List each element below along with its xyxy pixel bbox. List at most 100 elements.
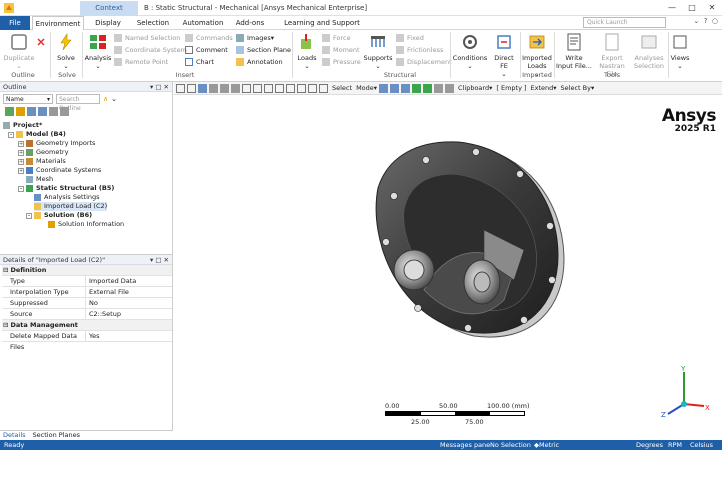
commands-button[interactable]: Commands	[185, 34, 233, 42]
zoom-out-icon[interactable]	[187, 83, 196, 93]
images-button[interactable]: Images ▾	[236, 34, 274, 42]
tree-node-solution[interactable]: - Solution (B6)	[26, 211, 92, 220]
details-row[interactable]: Delete Mapped Data Files Yes	[2, 331, 172, 351]
tree-node-geometry-imports[interactable]: + Geometry Imports	[18, 139, 95, 148]
next-view-icon[interactable]	[308, 83, 317, 93]
close-icon[interactable]: ✕	[702, 0, 722, 16]
minimize-icon[interactable]: —	[662, 0, 682, 16]
axis-triad[interactable]: Y X Z	[654, 364, 714, 424]
unit-system[interactable]: ◆ Metric (mm, kg, N, s, mV, mA)	[534, 440, 559, 499]
analyses-selection-button[interactable]: Analyses Selection	[632, 33, 666, 70]
tab-environment[interactable]: Environment	[32, 16, 84, 30]
clipboard-dropdown[interactable]: Clipboard▾	[458, 84, 492, 92]
duplicate-button[interactable]: Duplicate ⌄	[3, 33, 35, 70]
speed-units[interactable]: RPM	[668, 440, 682, 450]
fit-icon[interactable]	[275, 83, 284, 93]
select-mesh-icon[interactable]	[445, 83, 455, 93]
iso-icon[interactable]	[319, 83, 328, 93]
select-element-icon[interactable]	[434, 83, 444, 93]
zoom-box-icon[interactable]	[264, 83, 273, 93]
refresh-icon[interactable]	[5, 107, 14, 116]
fixed-button[interactable]: Fixed	[396, 34, 424, 42]
analysis-button[interactable]: Analysis ⌄	[84, 33, 112, 70]
details-row[interactable]: Interpolation Type External File	[2, 287, 172, 298]
extend-dropdown[interactable]: Extend▾	[531, 84, 557, 92]
select-body-icon[interactable]	[412, 83, 422, 93]
tab-file[interactable]: File	[0, 16, 30, 30]
graphics-viewport[interactable]: Select Mode▾ Clipboard▾ [ Empty ] Extend…	[174, 82, 722, 440]
displacement-button[interactable]: Displacement	[396, 58, 452, 66]
magnifier-icon[interactable]	[286, 83, 295, 93]
tree-node-solution-information[interactable]: Solution Information	[48, 220, 124, 229]
edges-icon[interactable]	[231, 83, 240, 93]
tag-icon[interactable]	[16, 107, 25, 116]
tab-selection[interactable]: Selection	[130, 16, 176, 30]
select-vertex-icon[interactable]	[379, 83, 389, 93]
delete-icon[interactable]	[37, 38, 45, 46]
tab-display[interactable]: Display	[86, 16, 130, 30]
angle-units[interactable]: Degrees	[636, 440, 663, 450]
tree-node-materials[interactable]: + Materials	[18, 157, 66, 166]
details-row[interactable]: Suppressed No	[2, 298, 172, 309]
details-section-definition[interactable]: ⊟ Definition	[2, 265, 172, 276]
named-selection-button[interactable]: Named Selection	[114, 34, 180, 42]
tree-node-imported-load[interactable]: Imported Load (C2)	[34, 202, 108, 211]
messages-pane-link[interactable]: Messages pane	[440, 440, 490, 450]
tab-section-planes[interactable]: Section Planes	[33, 431, 80, 439]
display-icon[interactable]	[209, 83, 218, 93]
filter-icon[interactable]: ∧	[103, 95, 108, 103]
rotate-icon[interactable]	[242, 83, 251, 93]
select-edge-icon[interactable]	[390, 83, 400, 93]
section-plane-button[interactable]: Section Plane	[236, 46, 291, 54]
previous-view-icon[interactable]	[297, 83, 306, 93]
tree-node-geometry[interactable]: + Geometry	[18, 148, 68, 157]
expand-icon[interactable]	[27, 107, 36, 116]
tree-node-static-structural[interactable]: - Static Structural (B5)	[18, 184, 114, 193]
view-cube-icon[interactable]	[198, 83, 207, 93]
conditions-button[interactable]: Conditions ⌄	[452, 33, 488, 70]
moment-button[interactable]: Moment	[322, 46, 360, 54]
direct-fe-button[interactable]: Direct FE ⌄	[490, 33, 518, 78]
select-node-icon[interactable]	[423, 83, 433, 93]
sort-icon[interactable]	[49, 107, 58, 116]
tab-learning-support[interactable]: Learning and Support	[272, 16, 372, 30]
gearbox-housing-model[interactable]	[364, 130, 584, 345]
details-row[interactable]: Source C2::Setup	[2, 309, 172, 320]
solve-button[interactable]: Solve ⌄	[53, 33, 79, 70]
coordinate-system-button[interactable]: Coordinate System	[114, 46, 187, 54]
select-by-dropdown[interactable]: Select By▾	[561, 84, 595, 92]
details-section-data-management[interactable]: ⊟ Data Management	[2, 320, 172, 331]
views-button[interactable]: Views ⌄	[670, 33, 690, 70]
tab-automation[interactable]: Automation	[178, 16, 228, 30]
loads-button[interactable]: Loads ⌄	[294, 33, 320, 70]
write-input-file-button[interactable]: Write Input File...	[556, 33, 592, 70]
pressure-button[interactable]: Pressure	[322, 58, 361, 66]
tree-node-analysis-settings[interactable]: Analysis Settings	[34, 193, 100, 202]
collapse-icon[interactable]	[38, 107, 47, 116]
tree-node-project[interactable]: Project*	[3, 121, 42, 130]
force-button[interactable]: Force	[322, 34, 351, 42]
chart-button[interactable]: Chart	[185, 58, 214, 66]
tab-add-ons[interactable]: Add-ons	[230, 16, 270, 30]
outline-name-dropdown[interactable]: Name ▾	[3, 94, 53, 104]
select-mode-label[interactable]: Select	[332, 84, 352, 92]
maximize-icon[interactable]: □	[682, 0, 702, 16]
zoom-icon[interactable]	[176, 83, 185, 93]
tree-node-coordinate-systems[interactable]: + Coordinate Systems	[18, 166, 101, 175]
quick-launch-input[interactable]: Quick Launch	[583, 17, 666, 28]
mode-dropdown[interactable]: Mode▾	[356, 84, 377, 92]
pan-icon[interactable]	[253, 83, 262, 93]
chevron-down-icon[interactable]: ⌄	[111, 95, 117, 103]
select-face-icon[interactable]	[401, 83, 411, 93]
annotation-button[interactable]: Annotation	[236, 58, 283, 66]
details-row[interactable]: Type Imported Data	[2, 276, 172, 287]
temperature-units[interactable]: Celsius	[690, 440, 713, 450]
comment-button[interactable]: Comment	[185, 46, 228, 54]
supports-button[interactable]: Supports ⌄	[362, 33, 394, 70]
ribbon-controls[interactable]: ⌄ ? ○	[693, 17, 718, 25]
tree-node-model[interactable]: - Model (B4)	[8, 130, 66, 139]
tree-node-mesh[interactable]: Mesh	[26, 175, 53, 184]
outline-search-input[interactable]: Search Outline	[56, 94, 100, 112]
context-tab[interactable]: Context	[80, 1, 138, 16]
wireframe-icon[interactable]	[220, 83, 229, 93]
